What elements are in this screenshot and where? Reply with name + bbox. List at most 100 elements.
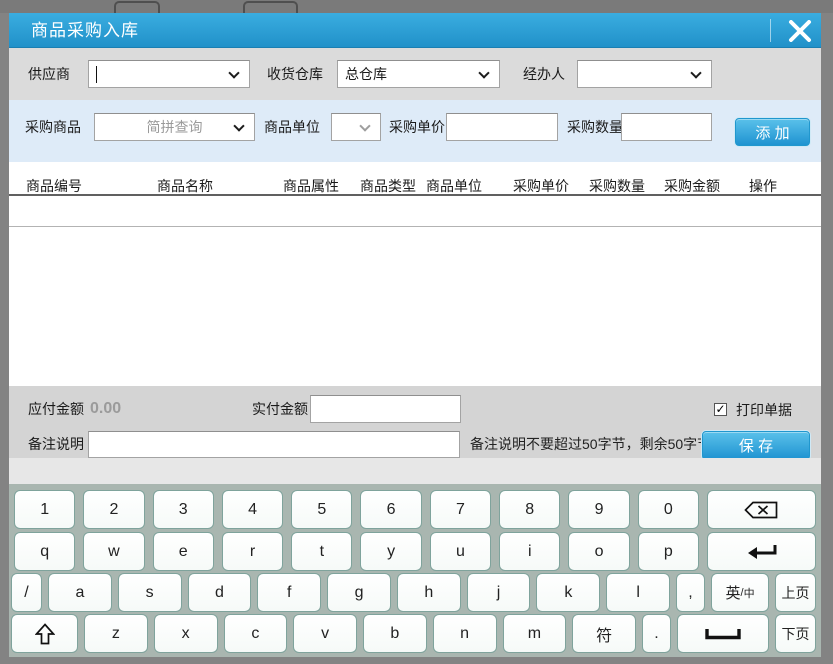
- handler-dropdown[interactable]: [577, 60, 712, 88]
- remark-input[interactable]: [88, 431, 460, 458]
- payable-label: 应付金额: [28, 395, 84, 423]
- page-down-key[interactable]: 下页: [775, 614, 816, 653]
- space-icon: [705, 628, 741, 640]
- text-cursor: [96, 66, 97, 83]
- key-b[interactable]: b: [363, 614, 427, 653]
- key-u[interactable]: u: [430, 532, 491, 571]
- warehouse-label: 收货仓库: [267, 60, 323, 88]
- col-header-product-unit: 商品单位: [426, 176, 482, 196]
- col-header-product-type: 商品类型: [360, 176, 416, 196]
- shift-icon: [35, 623, 55, 645]
- key-m[interactable]: m: [503, 614, 567, 653]
- product-label: 采购商品: [25, 113, 81, 141]
- product-search-placeholder: 简拼查询: [95, 114, 254, 140]
- key-o[interactable]: o: [568, 532, 629, 571]
- dialog-title: 商品采购入库: [31, 13, 139, 48]
- period-key[interactable]: .: [642, 614, 671, 653]
- key-h[interactable]: h: [397, 573, 461, 612]
- warehouse-value: 总仓库: [345, 61, 387, 87]
- supplier-dropdown[interactable]: [88, 60, 250, 88]
- form-row-top: 供应商 收货仓库 总仓库 经办人: [9, 48, 821, 100]
- col-header-product-name: 商品名称: [157, 176, 213, 196]
- lang-en-label: 英: [725, 582, 740, 603]
- key-s[interactable]: s: [118, 573, 182, 612]
- key-p[interactable]: p: [638, 532, 699, 571]
- key-w[interactable]: w: [83, 532, 144, 571]
- print-label: 打印单据: [736, 396, 792, 424]
- language-toggle-key[interactable]: 英/中: [711, 573, 769, 612]
- chevron-down-icon: [478, 67, 489, 78]
- background-window-fragment: [243, 1, 298, 13]
- key-g[interactable]: g: [327, 573, 391, 612]
- key-d[interactable]: d: [188, 573, 252, 612]
- qty-input[interactable]: [621, 113, 712, 141]
- key-2[interactable]: 2: [83, 490, 144, 529]
- add-button[interactable]: 添 加: [735, 118, 810, 146]
- key-i[interactable]: i: [499, 532, 560, 571]
- key-e[interactable]: e: [153, 532, 214, 571]
- table-row-divider: [9, 226, 821, 227]
- key-r[interactable]: r: [222, 532, 283, 571]
- key-l[interactable]: l: [606, 573, 670, 612]
- key-y[interactable]: y: [360, 532, 421, 571]
- key-8[interactable]: 8: [499, 490, 560, 529]
- key-3[interactable]: 3: [153, 490, 214, 529]
- backspace-key[interactable]: [707, 490, 816, 529]
- unit-label: 商品单位: [264, 113, 320, 141]
- key-z[interactable]: z: [84, 614, 148, 653]
- key-9[interactable]: 9: [568, 490, 629, 529]
- key-1[interactable]: 1: [14, 490, 75, 529]
- close-button[interactable]: [783, 17, 817, 45]
- key-7[interactable]: 7: [430, 490, 491, 529]
- key-v[interactable]: v: [293, 614, 357, 653]
- col-header-product-attr: 商品属性: [283, 176, 339, 196]
- space-key[interactable]: [677, 614, 769, 653]
- background-window-strip: [0, 0, 833, 13]
- footer-spacer: [9, 458, 821, 484]
- chevron-down-icon: [359, 120, 370, 131]
- print-checkbox[interactable]: ✓: [714, 403, 727, 416]
- price-input[interactable]: [446, 113, 558, 141]
- key-4[interactable]: 4: [222, 490, 283, 529]
- key-5[interactable]: 5: [291, 490, 352, 529]
- key-c[interactable]: c: [224, 614, 288, 653]
- enter-icon: [745, 544, 777, 560]
- chevron-down-icon: [690, 67, 701, 78]
- save-button[interactable]: 保 存: [702, 431, 810, 460]
- paid-input[interactable]: [310, 395, 461, 423]
- close-icon: [788, 20, 812, 42]
- screen-background: 商品采购入库 供应商 收货仓库 总仓库 经办人: [0, 0, 833, 664]
- key-f[interactable]: f: [257, 573, 321, 612]
- key-j[interactable]: j: [467, 573, 531, 612]
- unit-dropdown[interactable]: [331, 113, 381, 141]
- key-t[interactable]: t: [291, 532, 352, 571]
- table-header-divider: [9, 194, 821, 196]
- key-0[interactable]: 0: [638, 490, 699, 529]
- key-n[interactable]: n: [433, 614, 497, 653]
- key-x[interactable]: x: [154, 614, 218, 653]
- col-header-unit-price: 采购单价: [513, 176, 569, 196]
- purchase-inbound-dialog: 商品采购入库 供应商 收货仓库 总仓库 经办人: [9, 13, 821, 657]
- comma-key[interactable]: ,: [676, 573, 705, 612]
- enter-key[interactable]: [707, 532, 816, 571]
- slash-key[interactable]: /: [11, 573, 42, 612]
- page-up-key[interactable]: 上页: [775, 573, 816, 612]
- chevron-down-icon: [228, 67, 239, 78]
- backspace-icon: [744, 501, 778, 519]
- form-row-product: 采购商品 简拼查询 商品单位 采购单价 采购数量 添 加: [9, 100, 821, 162]
- key-q[interactable]: q: [14, 532, 75, 571]
- warehouse-dropdown[interactable]: 总仓库: [337, 60, 500, 88]
- key-k[interactable]: k: [536, 573, 600, 612]
- product-search-combo[interactable]: 简拼查询: [94, 113, 255, 141]
- key-a[interactable]: a: [48, 573, 112, 612]
- footer-panel: 应付金额 0.00 实付金额 ✓ 打印单据 备注说明 备注说明不要超过50字节，…: [9, 386, 821, 458]
- supplier-label: 供应商: [28, 60, 70, 88]
- background-window-fragment: [114, 1, 160, 13]
- shift-key[interactable]: [11, 614, 78, 653]
- payable-value: 0.00: [90, 395, 121, 423]
- dialog-titlebar: 商品采购入库: [9, 13, 821, 48]
- price-label: 采购单价: [389, 113, 445, 141]
- symbols-key[interactable]: 符: [572, 614, 636, 653]
- key-6[interactable]: 6: [360, 490, 421, 529]
- keyboard-row-qwerty: q w e r t y u i o p: [14, 532, 816, 571]
